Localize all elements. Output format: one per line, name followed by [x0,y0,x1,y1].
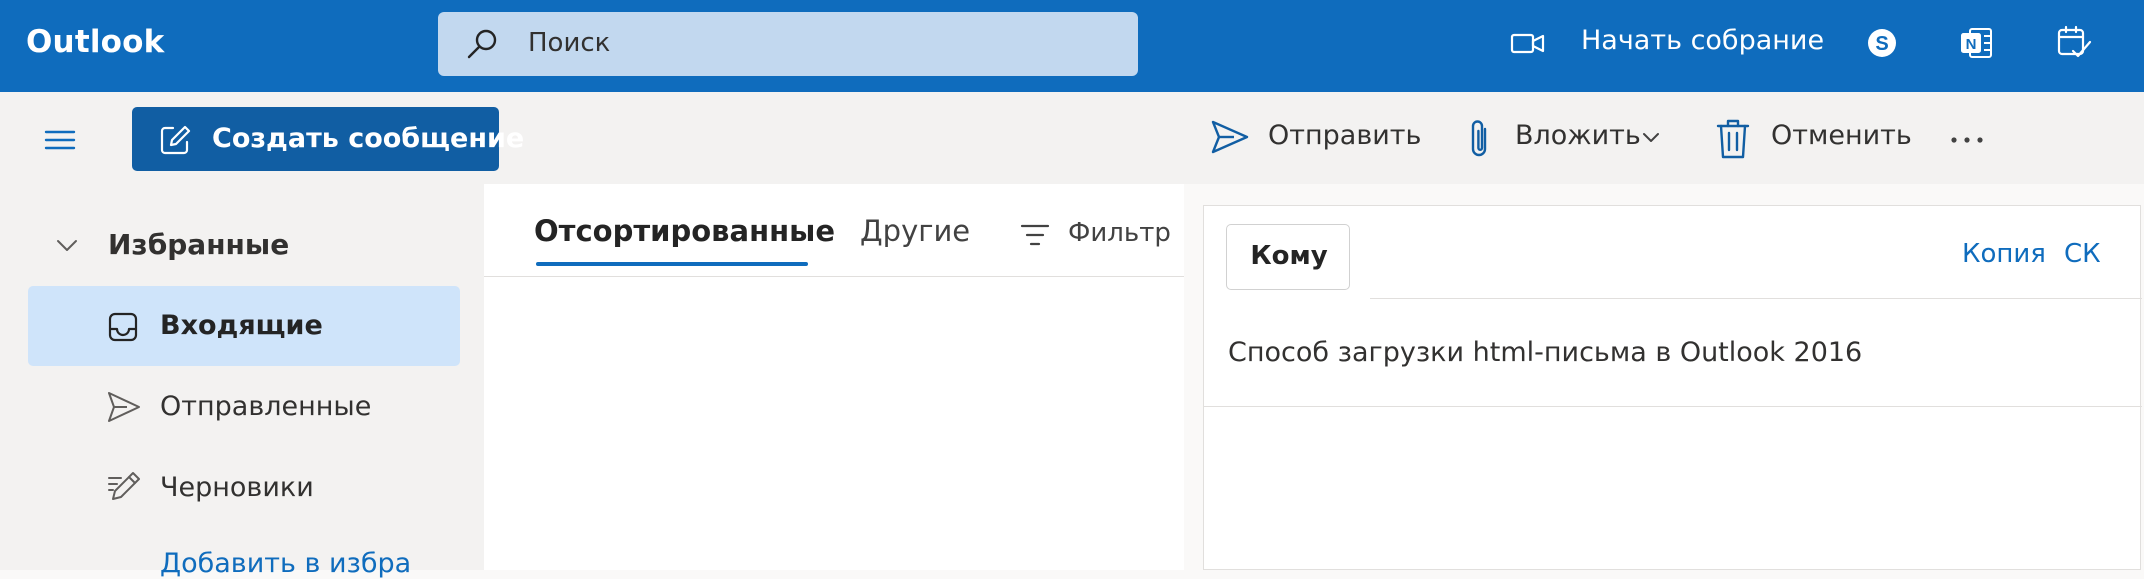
chevron-down-icon[interactable] [56,239,78,253]
skype-icon[interactable]: S [1866,27,1898,59]
onenote-icon[interactable]: N [1960,26,1994,60]
filter-icon[interactable] [1020,223,1050,247]
compose-pane: Кому Копия СК Способ загрузки html-письм… [1203,205,2142,570]
command-bar: Создать сообщение Отправить Вложить Отме… [0,92,2144,184]
attach-button[interactable]: Вложить [1515,120,1641,151]
tab-focused[interactable]: Отсортированные [534,214,835,248]
to-recipient-field[interactable] [1370,298,2142,299]
to-label: Кому [1250,241,1328,271]
filter-button[interactable]: Фильтр [1068,218,1171,248]
more-options-icon[interactable] [1950,136,1984,144]
discard-button[interactable]: Отменить [1771,120,1912,151]
cc-button[interactable]: Копия [1962,239,2046,269]
active-tab-indicator [536,262,808,266]
search-box[interactable]: Поиск [438,12,1138,76]
compose-icon [159,124,191,156]
todo-calendar-icon[interactable] [2056,24,2092,60]
divider [1204,406,2142,407]
hamburger-menu-icon[interactable] [44,129,76,151]
inbox-icon [108,312,138,342]
meet-now-button[interactable]: Начать собрание [1581,25,1824,56]
trash-icon[interactable] [1716,118,1750,160]
new-message-button[interactable]: Создать сообщение [132,107,524,171]
folder-pane: Избранные Входящие Отправленные Черновик… [0,184,484,579]
favorites-header[interactable]: Избранные [108,228,289,261]
tab-other[interactable]: Другие [860,214,970,248]
svg-text:N: N [1966,36,1977,53]
draft-pencil-icon [107,470,143,504]
nav-item-sent[interactable]: Отправленные [160,391,371,422]
nav-item-label: Входящие [160,310,323,341]
add-favorite-link[interactable]: Добавить в избра [160,548,411,579]
message-list: Отсортированные Другие Фильтр [484,184,1184,570]
bcc-button[interactable]: СК [2064,239,2101,269]
to-button[interactable]: Кому [1226,224,1350,290]
new-message-label: Создать сообщение [212,123,525,154]
nav-item-inbox[interactable]: Входящие [28,286,460,366]
divider [484,276,1184,277]
send-icon[interactable] [1210,119,1250,155]
search-icon [466,27,500,61]
svg-text:S: S [1875,33,1888,55]
paperclip-icon[interactable] [1466,117,1492,161]
chevron-down-icon[interactable] [1642,132,1660,144]
subject-input[interactable]: Способ загрузки html-письма в Outlook 20… [1228,337,1862,368]
send-button[interactable]: Отправить [1268,120,1421,151]
video-camera-icon[interactable] [1510,28,1546,58]
search-input[interactable]: Поиск [528,28,610,58]
app-brand[interactable]: Outlook [26,24,164,60]
send-icon [107,391,141,423]
nav-item-drafts[interactable]: Черновики [160,472,314,503]
top-header: Outlook Поиск Начать собрание S N [0,0,2144,92]
